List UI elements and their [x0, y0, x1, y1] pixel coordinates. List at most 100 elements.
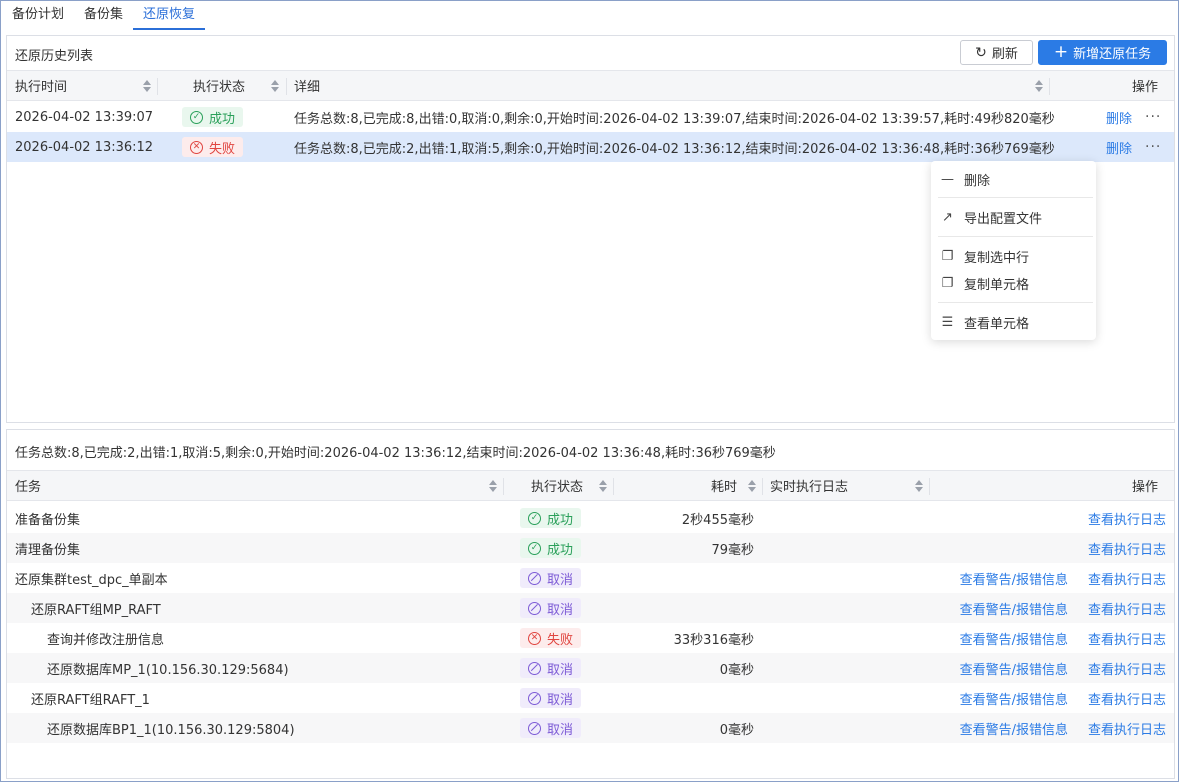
menu-item-export-config[interactable]: ↗ 导出配置文件	[931, 204, 1096, 230]
col-realtime-log[interactable]: 实时执行日志	[770, 471, 848, 500]
status-text: 取消	[547, 602, 574, 618]
sort-icon[interactable]	[748, 480, 756, 493]
view-log-link[interactable]: 查看执行日志	[1088, 503, 1166, 533]
view-log-link[interactable]: 查看执行日志	[1088, 563, 1166, 593]
column-divider[interactable]	[929, 478, 930, 495]
delete-link[interactable]: 删除	[1106, 102, 1132, 132]
col-exec-status[interactable]: 执行状态	[193, 71, 245, 100]
cancel-circle-icon	[528, 661, 541, 675]
table-row[interactable]: 清理备份集 ✓ 成功 79毫秒 查看执行日志	[7, 533, 1174, 563]
task-name: 还原集群test_dpc_单副本	[15, 572, 168, 588]
exec-time: 2026-04-02 13:36:12	[15, 139, 154, 155]
view-warnings-link[interactable]: 查看警告/报错信息	[960, 713, 1068, 743]
status-badge: ✓ 成功	[520, 538, 582, 558]
view-warnings-link[interactable]: 查看警告/报错信息	[960, 653, 1068, 683]
status-text: 取消	[547, 692, 574, 708]
menu-divider	[938, 302, 1093, 303]
menu-item-copy-row[interactable]: ❐ 复制选中行	[931, 243, 1096, 269]
col-exec-time[interactable]: 执行时间	[15, 71, 67, 100]
add-restore-task-button[interactable]: + 新增还原任务	[1038, 40, 1167, 65]
view-log-link[interactable]: 查看执行日志	[1088, 593, 1166, 623]
view-log-link[interactable]: 查看执行日志	[1088, 623, 1166, 653]
panel-title: 还原历史列表	[15, 49, 94, 64]
table-row[interactable]: 准备备份集 ✓ 成功 2秒455毫秒 查看执行日志	[7, 503, 1174, 533]
status-badge: 取消	[520, 568, 582, 588]
status-cell: ✓ 成功	[520, 503, 582, 533]
view-log-link[interactable]: 查看执行日志	[1088, 653, 1166, 683]
task-table-header: 任务 执行状态 耗时 实时执行日志 操作	[7, 470, 1174, 501]
task-detail-panel: 任务总数:8,已完成:2,出错:1,取消:5,剩余:0,开始时间:2026-04…	[6, 429, 1175, 779]
copy-icon: ❐	[941, 248, 954, 264]
menu-divider	[938, 236, 1093, 237]
sort-icon[interactable]	[489, 480, 497, 493]
check-circle-icon: ✓	[528, 541, 541, 555]
view-log-link[interactable]: 查看执行日志	[1088, 533, 1166, 563]
col-task[interactable]: 任务	[15, 471, 41, 500]
tab-restore[interactable]: 还原恢复	[133, 2, 206, 30]
copy-icon: ❐	[941, 275, 954, 291]
column-divider[interactable]	[286, 78, 287, 95]
tab-backup-set[interactable]: 备份集	[74, 2, 133, 30]
cancel-circle-icon	[528, 571, 541, 585]
status-cell: 取消	[520, 683, 582, 713]
status-cell: 取消	[520, 713, 582, 743]
table-row[interactable]: 查询并修改注册信息 ✕ 失败 33秒316毫秒 查看警告/报错信息 查看执行日志	[7, 623, 1174, 653]
col-duration[interactable]: 耗时	[711, 471, 737, 500]
status-text: 失败	[547, 632, 574, 648]
cancel-circle-icon	[528, 721, 541, 735]
status-text: 成功	[209, 111, 236, 127]
sort-icon[interactable]	[1035, 80, 1043, 93]
check-circle-icon: ✓	[528, 511, 541, 525]
view-warnings-link[interactable]: 查看警告/报错信息	[960, 623, 1068, 653]
view-log-link[interactable]: 查看执行日志	[1088, 683, 1166, 713]
sort-icon[interactable]	[143, 80, 151, 93]
check-circle-icon: ✓	[190, 110, 203, 124]
tab-backup-plan[interactable]: 备份计划	[2, 2, 74, 30]
table-row[interactable]: 还原RAFT组RAFT_1 取消 查看警告/报错信息 查看执行日志	[7, 683, 1174, 713]
status-cell: ✓ 成功	[520, 533, 582, 563]
table-row[interactable]: 还原集群test_dpc_单副本 取消 查看警告/报错信息 查看执行日志	[7, 563, 1174, 593]
menu-item-view-cell[interactable]: ☰ 查看单元格	[931, 309, 1096, 335]
col-actions: 操作	[1132, 80, 1159, 95]
table-row[interactable]: 还原RAFT组MP_RAFT 取消 查看警告/报错信息 查看执行日志	[7, 593, 1174, 623]
tab-bar: 备份计划 备份集 还原恢复	[2, 2, 1178, 30]
col-actions: 操作	[1132, 480, 1159, 495]
status-cell: ✕ 失败	[520, 623, 582, 653]
more-icon[interactable]: ···	[1145, 132, 1161, 162]
column-divider[interactable]	[503, 478, 504, 495]
table-row[interactable]: 还原数据库BP1_1(10.156.30.129:5804) 取消 0毫秒 查看警告/…	[7, 713, 1174, 743]
context-menu: — 删除 ↗ 导出配置文件 ❐ 复制选中行 ❐ 复制单元格 ☰ 查看单元格	[931, 161, 1096, 340]
column-divider[interactable]	[1049, 78, 1050, 95]
view-warnings-link[interactable]: 查看警告/报错信息	[960, 563, 1068, 593]
refresh-button[interactable]: ↻ 刷新	[960, 40, 1033, 65]
minus-icon: —	[941, 171, 954, 187]
table-row[interactable]: 2026-04-02 13:39:07 ✓ 成功 任务总数:8,已完成:8,出错:…	[7, 102, 1174, 132]
menu-divider	[938, 197, 1093, 198]
status-cell: ✓ 成功	[182, 102, 244, 132]
column-divider[interactable]	[157, 78, 158, 95]
sort-icon[interactable]	[915, 480, 923, 493]
status-badge: 取消	[520, 688, 582, 708]
menu-item-delete[interactable]: — 删除	[931, 166, 1096, 192]
more-icon[interactable]: ···	[1145, 102, 1161, 132]
view-log-link[interactable]: 查看执行日志	[1088, 713, 1166, 743]
menu-item-copy-cell[interactable]: ❐ 复制单元格	[931, 270, 1096, 296]
task-name: 还原数据库BP1_1(10.156.30.129:5804)	[47, 722, 295, 738]
status-badge: 取消	[520, 718, 582, 738]
sort-icon[interactable]	[599, 480, 607, 493]
task-name: 查询并修改注册信息	[47, 632, 165, 648]
status-badge: ✕ 失败	[520, 628, 582, 648]
col-detail[interactable]: 详细	[294, 71, 320, 100]
col-exec-status[interactable]: 执行状态	[531, 471, 583, 500]
status-cell: ✕ 失败	[182, 132, 244, 162]
view-warnings-link[interactable]: 查看警告/报错信息	[960, 593, 1068, 623]
table-row[interactable]: 还原数据库MP_1(10.156.30.129:5684) 取消 0毫秒 查看警告/报…	[7, 653, 1174, 683]
column-divider[interactable]	[613, 478, 614, 495]
status-cell: 取消	[520, 593, 582, 623]
sort-icon[interactable]	[271, 80, 279, 93]
task-name: 还原RAFT组MP_RAFT	[31, 602, 161, 618]
view-warnings-link[interactable]: 查看警告/报错信息	[960, 683, 1068, 713]
table-row[interactable]: 2026-04-02 13:36:12 ✕ 失败 任务总数:8,已完成:2,出错:…	[7, 132, 1174, 162]
column-divider[interactable]	[762, 478, 763, 495]
delete-link[interactable]: 删除	[1106, 132, 1132, 162]
